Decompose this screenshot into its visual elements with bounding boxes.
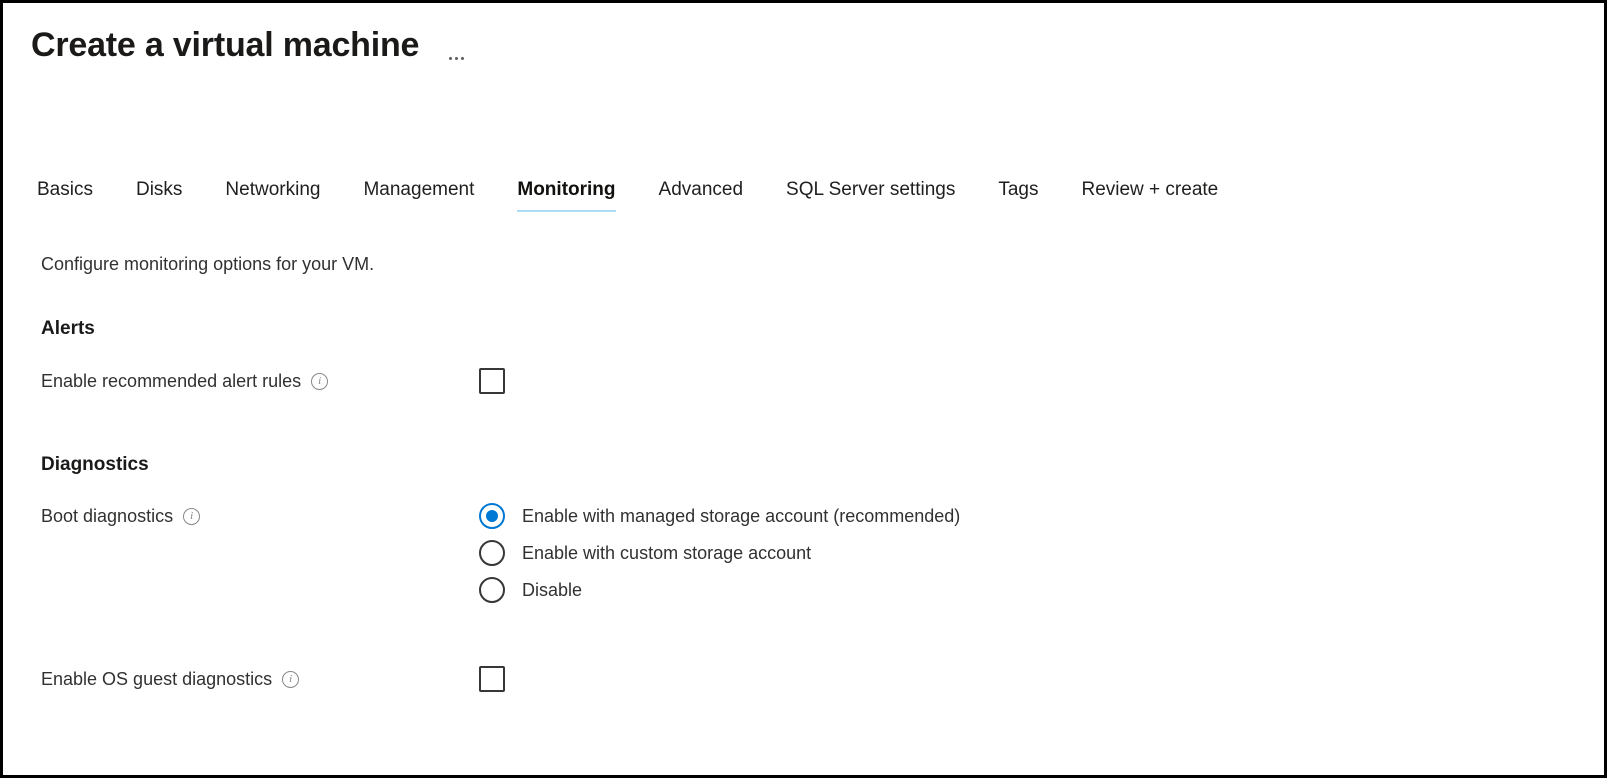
info-icon[interactable]: i: [282, 670, 300, 688]
page-title: Create a virtual machine: [31, 26, 420, 64]
ellipsis-dot-1: [449, 56, 453, 60]
radio-option-custom-storage[interactable]: Enable with custom storage account: [479, 540, 960, 566]
blade-content: Create a virtual machine Basics Disks Ne…: [3, 3, 1604, 775]
create-vm-blade: Create a virtual machine Basics Disks Ne…: [0, 0, 1607, 778]
radio-group-boot-diagnostics: Enable with managed storage account (rec…: [479, 503, 960, 603]
label-enable-os-guest-diagnostics: Enable OS guest diagnostics i: [41, 666, 479, 691]
label-text: Enable recommended alert rules: [41, 371, 302, 391]
radio-label-disable: Disable: [522, 580, 583, 600]
section-heading-alerts: Alerts: [41, 318, 95, 339]
ellipsis-dot-3: [461, 56, 465, 60]
tab-sql-server-settings[interactable]: SQL Server settings: [786, 177, 955, 215]
tab-tags[interactable]: Tags: [998, 177, 1038, 215]
tab-review-create[interactable]: Review + create: [1081, 177, 1218, 215]
radio-managed-storage[interactable]: [479, 503, 505, 529]
radio-option-disable[interactable]: Disable: [479, 577, 960, 603]
page-header: Create a virtual machine: [31, 25, 468, 66]
tab-networking[interactable]: Networking: [225, 177, 320, 215]
info-icon[interactable]: i: [311, 372, 329, 390]
radio-label-custom-storage: Enable with custom storage account: [522, 543, 812, 563]
field-enable-os-guest-diagnostics: Enable OS guest diagnostics i: [41, 666, 505, 692]
ellipsis-dot-2: [455, 56, 459, 60]
label-boot-diagnostics: Boot diagnostics i: [41, 503, 479, 528]
info-icon[interactable]: i: [183, 507, 201, 525]
label-enable-recommended-alert-rules: Enable recommended alert rules i: [41, 368, 479, 393]
tab-management[interactable]: Management: [363, 177, 474, 215]
checkbox-enable-recommended-alert-rules[interactable]: [479, 368, 505, 394]
tab-advanced[interactable]: Advanced: [659, 177, 744, 215]
section-heading-diagnostics: Diagnostics: [41, 454, 149, 475]
label-text: Boot diagnostics: [41, 506, 174, 526]
radio-label-managed-storage: Enable with managed storage account (rec…: [522, 506, 961, 526]
ellipsis-icon[interactable]: [445, 49, 468, 60]
radio-option-managed-storage[interactable]: Enable with managed storage account (rec…: [479, 503, 960, 529]
radio-custom-storage[interactable]: [479, 540, 505, 566]
field-enable-recommended-alert-rules: Enable recommended alert rules i: [41, 368, 505, 394]
tab-basics[interactable]: Basics: [37, 177, 93, 215]
tab-bar: Basics Disks Networking Management Monit…: [37, 177, 1218, 215]
tab-monitoring[interactable]: Monitoring: [517, 177, 616, 215]
label-text: Enable OS guest diagnostics: [41, 669, 273, 689]
checkbox-enable-os-guest-diagnostics[interactable]: [479, 666, 505, 692]
page-description: Configure monitoring options for your VM…: [41, 254, 375, 274]
tab-disks[interactable]: Disks: [136, 177, 182, 215]
radio-disable[interactable]: [479, 577, 505, 603]
field-boot-diagnostics: Boot diagnostics i Enable with managed s…: [41, 503, 960, 603]
